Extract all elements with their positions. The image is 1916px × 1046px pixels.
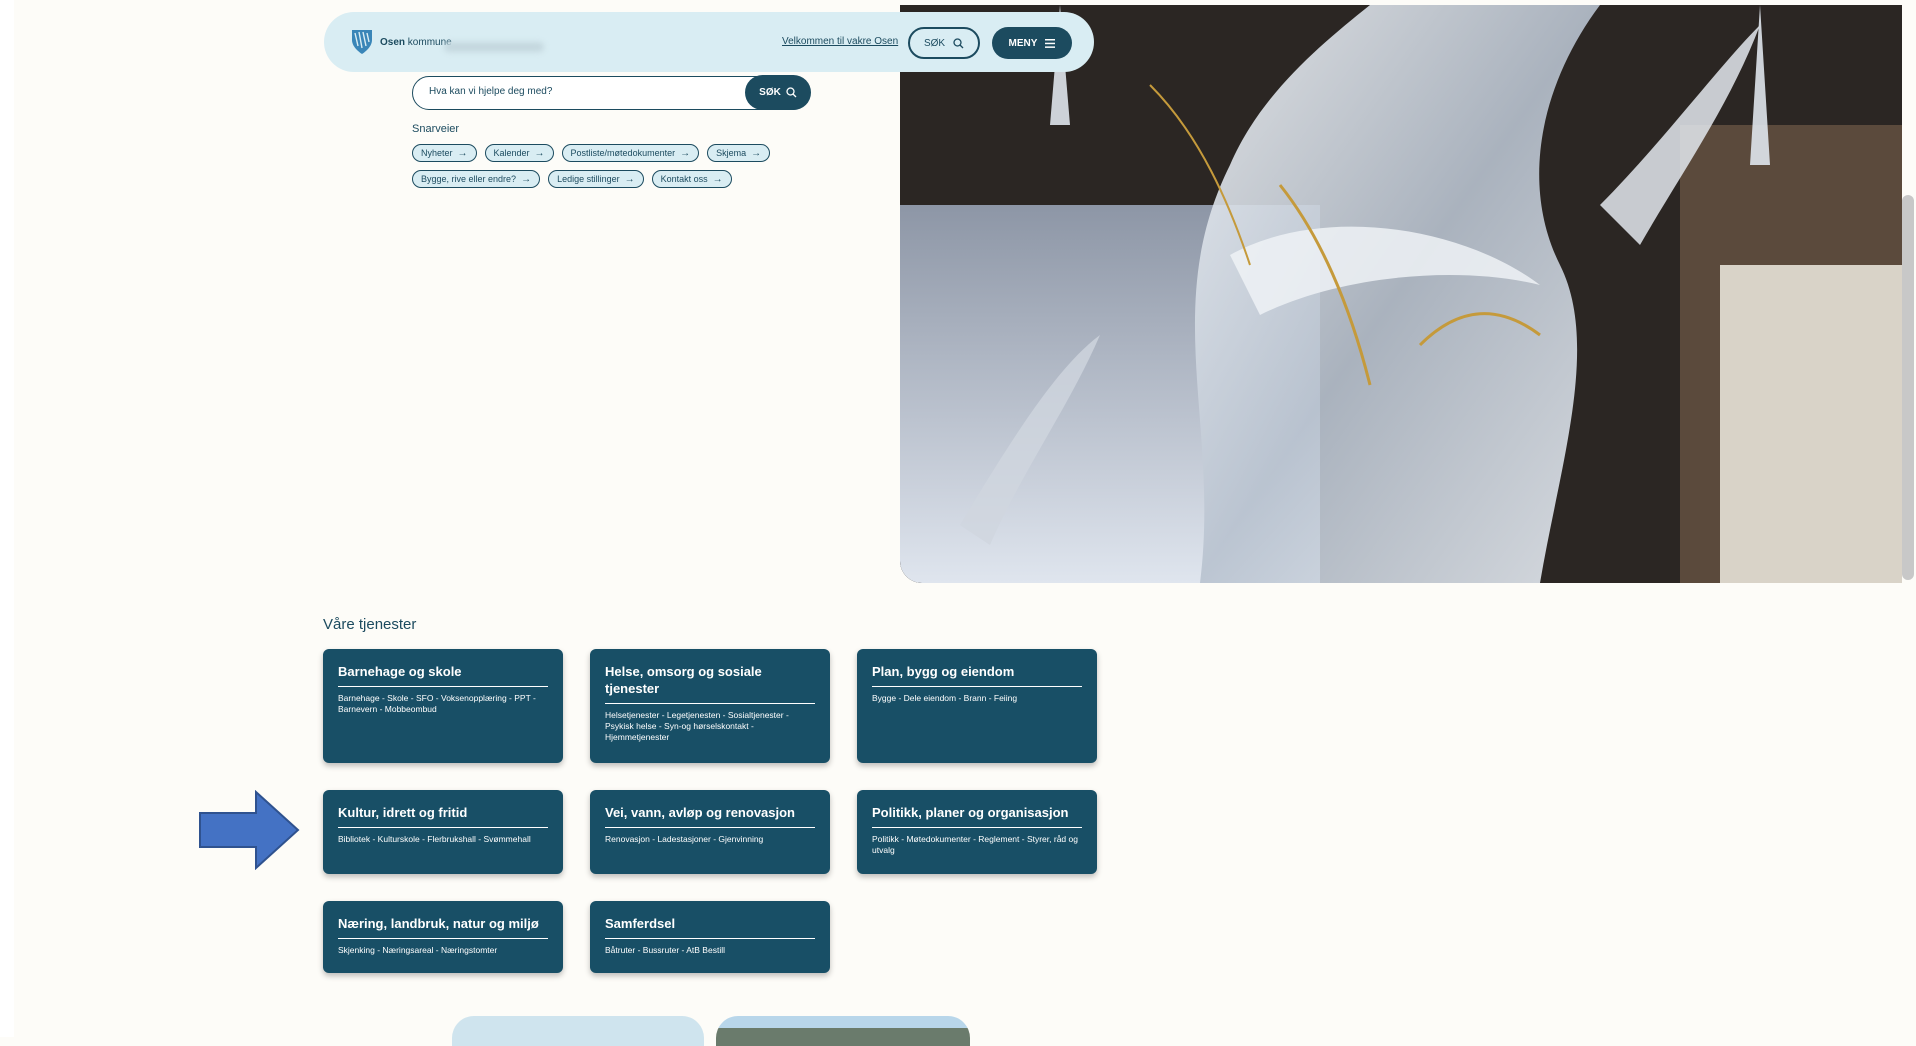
shortcut-label: Kontakt oss bbox=[660, 174, 708, 184]
service-card-title: Vei, vann, avløp og renovasjon bbox=[605, 804, 815, 828]
site-header: Osen kommune Velkommen til vakre Osen SØ… bbox=[324, 12, 1094, 72]
arrow-right-icon: → bbox=[751, 147, 762, 159]
service-card-links: Barnehage - Skole - SFO - Voksenopplærin… bbox=[338, 693, 536, 714]
shortcuts-title: Snarveier bbox=[412, 123, 460, 135]
shortcut-chip[interactable]: Kontakt oss → bbox=[651, 170, 732, 188]
shortcut-chip[interactable]: Postliste/møtedokumenter → bbox=[561, 144, 700, 162]
search-submit-button[interactable]: SØK bbox=[745, 75, 811, 110]
service-card-title: Helse, omsorg og sosiale tjenester bbox=[605, 663, 815, 704]
shortcut-chip[interactable]: Nyheter → bbox=[412, 144, 477, 162]
search-box: SØK bbox=[412, 75, 811, 110]
site-logo[interactable]: Osen kommune bbox=[350, 28, 452, 56]
service-card-plan[interactable]: Plan, bygg og eiendom Bygge - Dele eiend… bbox=[857, 649, 1097, 763]
service-card-links: Skjenking - Næringsareal - Næringstomter bbox=[338, 945, 498, 955]
service-card-kultur[interactable]: Kultur, idrett og fritid Bibliotek - Kul… bbox=[323, 790, 563, 874]
search-icon bbox=[786, 87, 797, 98]
bottom-image-right bbox=[716, 1016, 970, 1046]
arrow-right-icon: → bbox=[624, 173, 635, 185]
hamburger-icon bbox=[1045, 38, 1056, 48]
bottom-image-left bbox=[452, 1016, 704, 1046]
header-search-button[interactable]: SØK bbox=[908, 27, 980, 59]
callout-arrow-icon bbox=[199, 790, 300, 870]
shortcut-label: Bygge, rive eller endre? bbox=[421, 174, 517, 184]
service-card-politikk[interactable]: Politikk, planer og organisasjon Politik… bbox=[857, 790, 1097, 874]
shortcut-label: Ledige stillinger bbox=[557, 174, 620, 184]
service-card-samferdsel[interactable]: Samferdsel Båtruter - Bussruter - AtB Be… bbox=[590, 901, 830, 973]
service-card-vei[interactable]: Vei, vann, avløp og renovasjon Renovasjo… bbox=[590, 790, 830, 874]
service-card-links: Politikk - Møtedokumenter - Reglement - … bbox=[872, 834, 1078, 855]
menu-button[interactable]: MENY bbox=[992, 27, 1072, 59]
search-input[interactable] bbox=[427, 85, 731, 98]
shortcut-label: Nyheter bbox=[421, 148, 453, 158]
hero-image bbox=[900, 5, 1902, 583]
logo-name: Osen bbox=[380, 36, 406, 48]
service-card-title: Kultur, idrett og fritid bbox=[338, 804, 548, 828]
page-left-edge bbox=[0, 0, 14, 1037]
shortcut-label: Skjema bbox=[716, 148, 747, 158]
service-card-naering[interactable]: Næring, landbruk, natur og miljø Skjenki… bbox=[323, 901, 563, 973]
arrow-right-icon: → bbox=[521, 173, 532, 185]
scrollbar[interactable] bbox=[1902, 195, 1914, 580]
service-card-helse[interactable]: Helse, omsorg og sosiale tjenester Helse… bbox=[590, 649, 830, 763]
service-card-links: Renovasjon - Ladestasjoner - Gjenvinning bbox=[605, 834, 764, 844]
search-submit-label: SØK bbox=[759, 87, 781, 98]
search-icon bbox=[953, 37, 964, 48]
arrow-right-icon: → bbox=[712, 173, 723, 185]
shortcut-chip[interactable]: Ledige stillinger → bbox=[548, 170, 644, 188]
shortcut-chip[interactable]: Bygge, rive eller endre? → bbox=[412, 170, 541, 188]
service-card-links: Bygge - Dele eiendom - Brann - Feiing bbox=[872, 693, 1018, 703]
service-card-barnehage[interactable]: Barnehage og skole Barnehage - Skole - S… bbox=[323, 649, 563, 763]
service-card-title: Barnehage og skole bbox=[338, 663, 548, 687]
arrow-right-icon: → bbox=[680, 147, 691, 159]
shortcut-chip[interactable]: Kalender → bbox=[484, 144, 554, 162]
shortcut-label: Kalender bbox=[493, 148, 530, 158]
services-title: Våre tjenester bbox=[323, 616, 417, 633]
menu-label: MENY bbox=[1008, 37, 1038, 49]
service-card-title: Samferdsel bbox=[605, 915, 815, 939]
service-card-links: Helsetjenester - Legetjenesten - Sosialt… bbox=[605, 710, 789, 742]
arrow-right-icon: → bbox=[534, 147, 545, 159]
header-search-label: SØK bbox=[923, 37, 946, 49]
service-card-title: Næring, landbruk, natur og miljø bbox=[338, 915, 548, 939]
service-card-title: Politikk, planer og organisasjon bbox=[872, 804, 1082, 828]
shortcut-chips: Nyheter → Kalender → Postliste/møtedokumen… bbox=[412, 144, 832, 188]
service-card-links: Bibliotek - Kulturskole - Flerbrukshall … bbox=[338, 834, 531, 844]
logo-shield-icon bbox=[352, 30, 372, 54]
shortcut-label: Postliste/møtedokumenter bbox=[570, 148, 676, 158]
shortcut-chip[interactable]: Skjema → bbox=[707, 144, 771, 162]
service-card-links: Båtruter - Bussruter - AtB Bestill bbox=[605, 945, 725, 955]
service-card-title: Plan, bygg og eiendom bbox=[872, 663, 1082, 687]
blurred-text bbox=[444, 42, 544, 52]
welcome-link[interactable]: Velkommen til vakre Osen bbox=[782, 36, 898, 47]
arrow-right-icon: → bbox=[457, 147, 468, 159]
